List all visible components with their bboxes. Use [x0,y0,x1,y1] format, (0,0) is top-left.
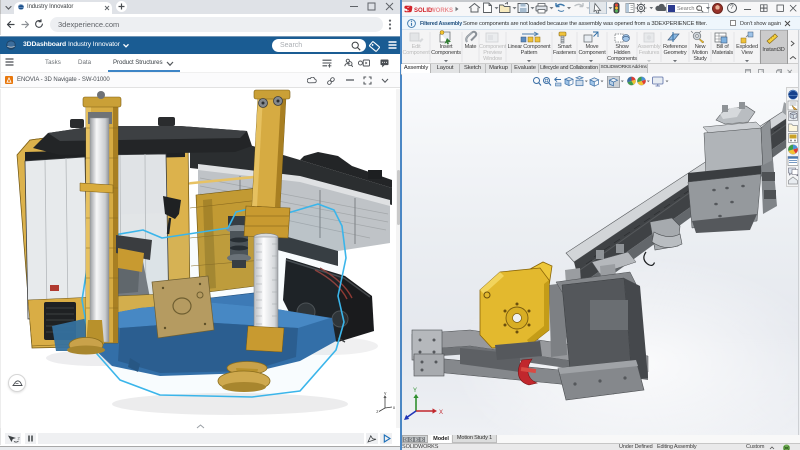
svg-text:Y: Y [413,388,417,394]
svg-text:X: X [439,410,443,416]
svg-text:WORKS: WORKS [430,8,453,14]
svg-text:z: z [376,409,379,413]
svg-text:y: y [384,391,387,396]
svg-text:x: x [393,405,396,410]
svg-text:2: 2 [18,435,21,440]
